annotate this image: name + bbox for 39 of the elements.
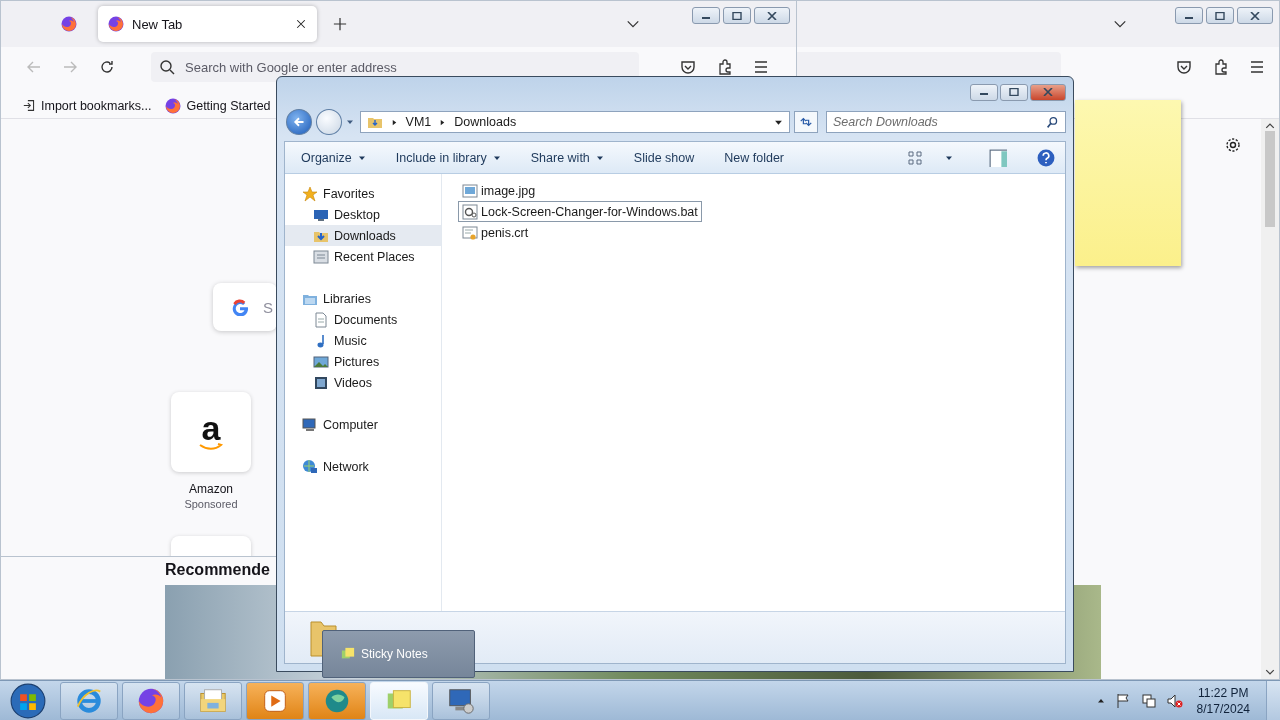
- nav-item[interactable]: Music: [285, 330, 441, 351]
- nav-item[interactable]: Recent Places: [285, 246, 441, 267]
- nav-item[interactable]: Videos: [285, 372, 441, 393]
- bookmark-item[interactable]: Import bookmarks...: [23, 98, 152, 113]
- clock-date: 8/17/2024: [1196, 700, 1250, 717]
- nav-item[interactable]: Computer: [285, 414, 441, 435]
- breadcrumb[interactable]: Downloads: [454, 115, 517, 129]
- nav-item[interactable]: Documents: [285, 309, 441, 330]
- file-item[interactable]: Lock-Screen-Changer-for-Windows.bat: [458, 201, 702, 222]
- bookmark-item[interactable]: Getting Started: [165, 97, 271, 114]
- nav-item[interactable]: Pictures: [285, 351, 441, 372]
- address-placeholder: Search with Google or enter address: [185, 59, 397, 75]
- amazon-logo: a: [201, 413, 221, 443]
- section-heading: Recommende: [165, 561, 271, 579]
- tab-title: New Tab: [132, 16, 184, 32]
- shortcut-tile[interactable]: a: [171, 392, 251, 472]
- nav-item[interactable]: Libraries: [285, 288, 441, 309]
- toolbar-command[interactable]: Slide show: [625, 146, 703, 169]
- toolbar-command[interactable]: New folder: [716, 146, 792, 169]
- toolbar-command[interactable]: Organize: [293, 146, 374, 169]
- browser-tab[interactable]: New Tab: [98, 6, 317, 42]
- file-item[interactable]: image.jpg: [458, 180, 540, 201]
- search-placeholder: S: [263, 298, 273, 316]
- breadcrumb[interactable]: VM1: [405, 115, 432, 129]
- search-placeholder: Search Downloads: [832, 115, 938, 129]
- clock[interactable]: 11:22 PM 8/17/2024: [1196, 684, 1250, 717]
- toolbar-command[interactable]: Include in library: [387, 146, 509, 169]
- tile-sublabel: Sponsored: [184, 498, 238, 510]
- nav-item[interactable]: Favorites: [285, 183, 441, 204]
- search-field[interactable]: Search Downloads: [825, 111, 1066, 133]
- tile-label: Amazon: [189, 482, 233, 496]
- file-item[interactable]: penis.crt: [458, 222, 533, 243]
- address-bar[interactable]: VM1 Downloads: [359, 111, 791, 133]
- tooltip-text: Sticky Notes: [361, 647, 428, 661]
- nav-item[interactable]: Downloads: [285, 225, 441, 246]
- toolbar-command[interactable]: Share with: [522, 146, 612, 169]
- nav-item[interactable]: Desktop: [285, 204, 441, 225]
- nav-item[interactable]: Network: [285, 456, 441, 477]
- clock-time: 11:22 PM: [1198, 684, 1249, 701]
